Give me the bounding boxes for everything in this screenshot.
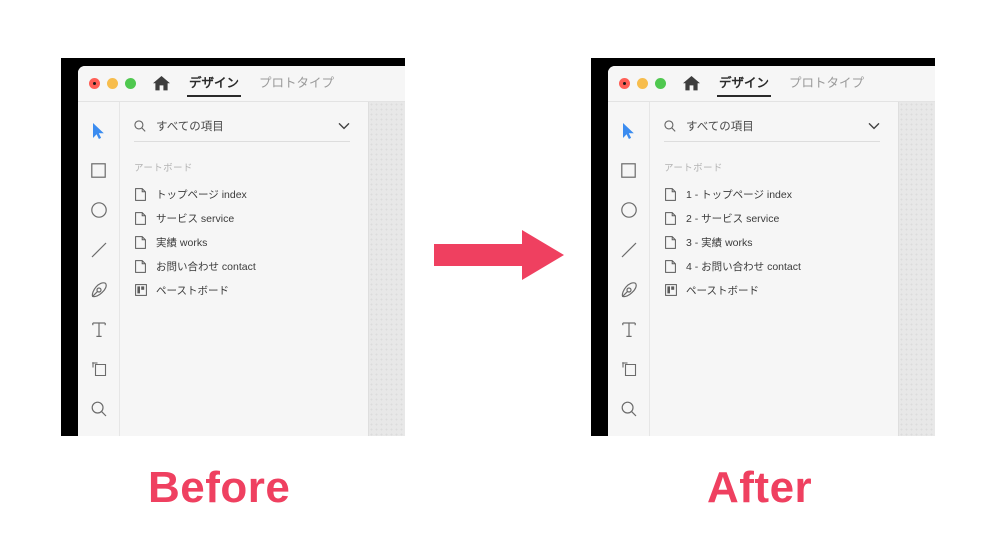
text-tool[interactable] [616, 317, 642, 343]
right-arrow-icon [434, 228, 564, 282]
before-layer-list: トップページ index サービス service 実績 works お問い合わ… [120, 182, 368, 302]
chevron-down-icon[interactable] [868, 122, 880, 130]
tab-prototype[interactable]: プロトタイプ [787, 66, 866, 102]
rectangle-tool[interactable] [86, 158, 112, 184]
artboard-page-icon [134, 187, 147, 201]
list-item-label: 実績 works [156, 236, 208, 249]
before-window-inner: デザイン プロトタイプ すべての項目 アートボード トップページ index サ… [78, 66, 405, 436]
line-tool[interactable] [86, 237, 112, 263]
list-item-label: 4 - お問い合わせ contact [686, 260, 801, 273]
search-input[interactable]: すべての項目 [686, 118, 868, 134]
list-item[interactable]: お問い合わせ contact [120, 254, 368, 278]
zoom-tool[interactable] [86, 396, 112, 422]
close-button[interactable] [89, 78, 100, 89]
before-titlebar: デザイン プロトタイプ [78, 66, 405, 102]
after-window-inner: デザイン プロトタイプ すべての項目 アートボード 1 - トップページ ind… [608, 66, 935, 436]
artboard-tool[interactable] [616, 357, 642, 383]
ellipse-tool[interactable] [616, 198, 642, 224]
after-app-window: デザイン プロトタイプ すべての項目 アートボード 1 - トップページ ind… [591, 58, 935, 436]
after-caption: After [707, 463, 813, 512]
before-canvas-area[interactable] [368, 102, 405, 436]
section-label-artboard: アートボード [134, 163, 193, 174]
maximize-button[interactable] [125, 78, 136, 89]
before-layers-panel: すべての項目 アートボード トップページ index サービス service … [120, 102, 368, 436]
artboard-page-icon [134, 235, 147, 249]
comparison-stage: デザイン プロトタイプ すべての項目 アートボード トップページ index サ… [0, 0, 996, 548]
list-item[interactable]: ペーストボード [650, 278, 898, 302]
home-icon[interactable] [683, 76, 700, 92]
list-item[interactable]: 2 - サービス service [650, 206, 898, 230]
after-layers-panel: すべての項目 アートボード 1 - トップページ index 2 - サービス … [650, 102, 898, 436]
pasteboard-icon [134, 284, 147, 297]
after-window-body: すべての項目 アートボード 1 - トップページ index 2 - サービス … [608, 102, 935, 436]
list-item-label: 2 - サービス service [686, 212, 780, 225]
list-item[interactable]: ペーストボード [120, 278, 368, 302]
list-item-label: 1 - トップページ index [686, 188, 792, 201]
list-item-label: ペーストボード [156, 284, 229, 297]
list-item-label: トップページ index [156, 188, 247, 201]
before-app-window: デザイン プロトタイプ すべての項目 アートボード トップページ index サ… [61, 58, 405, 436]
list-item[interactable]: 3 - 実績 works [650, 230, 898, 254]
list-item[interactable]: トップページ index [120, 182, 368, 206]
list-item[interactable]: 1 - トップページ index [650, 182, 898, 206]
artboard-page-icon [664, 211, 677, 225]
pasteboard-icon [664, 284, 677, 297]
artboard-page-icon [664, 259, 677, 273]
after-titlebar: デザイン プロトタイプ [608, 66, 935, 102]
list-item[interactable]: サービス service [120, 206, 368, 230]
artboard-page-icon [664, 187, 677, 201]
tab-design[interactable]: デザイン [717, 66, 772, 102]
text-tool[interactable] [86, 317, 112, 343]
pen-tool[interactable] [86, 277, 112, 303]
after-canvas-area[interactable] [898, 102, 935, 436]
maximize-button[interactable] [655, 78, 666, 89]
ellipse-tool[interactable] [86, 198, 112, 224]
artboard-page-icon [134, 211, 147, 225]
line-tool[interactable] [616, 237, 642, 263]
after-layer-list: 1 - トップページ index 2 - サービス service 3 - 実績… [650, 182, 898, 302]
chevron-down-icon[interactable] [338, 122, 350, 130]
rectangle-tool[interactable] [616, 158, 642, 184]
list-item-label: ペーストボード [686, 284, 759, 297]
artboard-tool[interactable] [86, 357, 112, 383]
after-toolbar [608, 102, 650, 436]
minimize-button[interactable] [637, 78, 648, 89]
home-icon[interactable] [153, 76, 170, 92]
before-window-body: すべての項目 アートボード トップページ index サービス service … [78, 102, 405, 436]
before-tab-bar: デザイン プロトタイプ [187, 66, 352, 102]
select-tool[interactable] [86, 118, 112, 144]
before-toolbar [78, 102, 120, 436]
list-item-label: 3 - 実績 works [686, 236, 753, 249]
list-item-label: サービス service [156, 212, 235, 225]
after-tab-bar: デザイン プロトタイプ [717, 66, 882, 102]
tab-prototype[interactable]: プロトタイプ [257, 66, 336, 102]
list-item[interactable]: 実績 works [120, 230, 368, 254]
artboard-page-icon [134, 259, 147, 273]
zoom-tool[interactable] [616, 396, 642, 422]
list-item[interactable]: 4 - お問い合わせ contact [650, 254, 898, 278]
artboard-page-icon [664, 235, 677, 249]
before-caption: Before [148, 463, 291, 512]
pen-tool[interactable] [616, 277, 642, 303]
section-label-artboard: アートボード [664, 163, 723, 174]
after-traffic-lights [619, 78, 666, 89]
select-tool[interactable] [616, 118, 642, 144]
before-traffic-lights [89, 78, 136, 89]
tab-design[interactable]: デザイン [187, 66, 242, 102]
before-search-row[interactable]: すべての項目 [134, 118, 350, 142]
minimize-button[interactable] [107, 78, 118, 89]
search-input[interactable]: すべての項目 [156, 118, 338, 134]
search-icon [134, 120, 146, 132]
close-button[interactable] [619, 78, 630, 89]
search-icon [664, 120, 676, 132]
after-search-row[interactable]: すべての項目 [664, 118, 880, 142]
list-item-label: お問い合わせ contact [156, 260, 256, 273]
